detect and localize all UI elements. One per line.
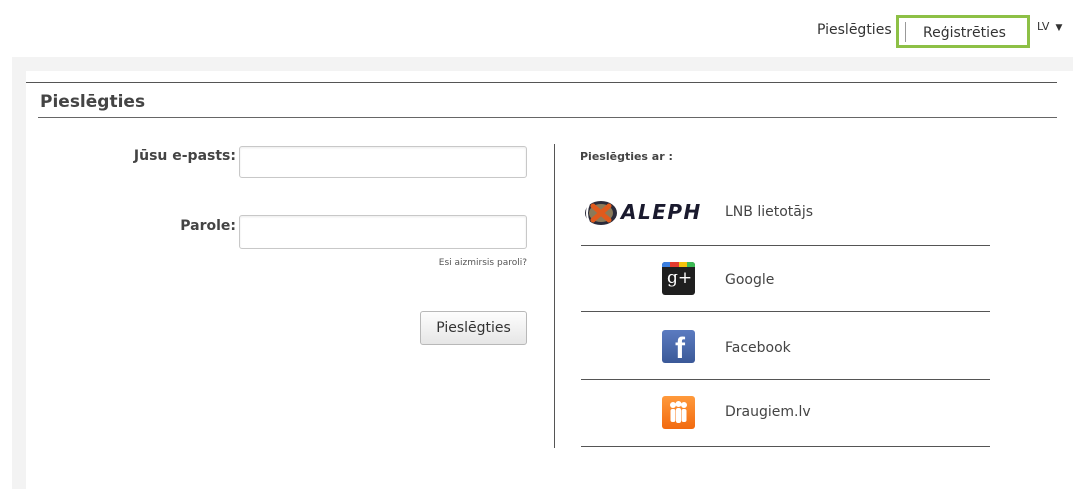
facebook-icon: f: [662, 330, 695, 363]
provider-aleph[interactable]: ALEPH LNB lietotājs: [581, 180, 990, 246]
email-field[interactable]: [239, 146, 527, 178]
email-label: Jūsu e-pasts:: [133, 148, 236, 164]
provider-label: LNB lietotājs: [725, 204, 814, 220]
forgot-password-link[interactable]: Esi aizmirsis paroli?: [395, 258, 527, 268]
register-label: Reģistrēties: [923, 25, 1006, 41]
draugiem-icon: [662, 396, 695, 429]
language-select[interactable]: LV ▼: [1037, 20, 1062, 33]
provider-label: Facebook: [725, 340, 791, 356]
divider-heading: [38, 117, 1057, 118]
language-value: LV: [1037, 20, 1050, 33]
divider-top: [26, 82, 1057, 83]
password-label: Parole:: [180, 218, 236, 234]
caret-down-icon: ▼: [1055, 23, 1063, 33]
aleph-logo-text: ALEPH: [621, 200, 702, 224]
separator: [905, 22, 906, 42]
aleph-logo: ALEPH: [583, 198, 701, 230]
top-login-link[interactable]: Pieslēgties: [817, 22, 892, 38]
vertical-divider: [554, 144, 555, 448]
provider-draugiem[interactable]: Draugiem.lv: [581, 380, 990, 447]
provider-label: Draugiem.lv: [725, 404, 811, 420]
top-bar: Pieslēgties Reģistrēties LV ▼: [0, 0, 1073, 58]
facebook-glyph: f: [675, 332, 685, 364]
google-plus-glyph: g+: [667, 268, 693, 288]
google-plus-icon: g+: [662, 262, 695, 295]
password-field[interactable]: [239, 215, 527, 249]
social-login-title: Pieslēgties ar :: [580, 150, 673, 163]
page-title: Pieslēgties: [40, 92, 146, 112]
provider-facebook[interactable]: f Facebook: [581, 312, 990, 380]
top-register-link[interactable]: Reģistrēties: [896, 15, 1030, 48]
login-button[interactable]: Pieslēgties: [420, 311, 527, 345]
provider-google[interactable]: g+ Google: [581, 246, 990, 312]
provider-divider: [581, 446, 990, 447]
provider-label: Google: [725, 272, 775, 288]
